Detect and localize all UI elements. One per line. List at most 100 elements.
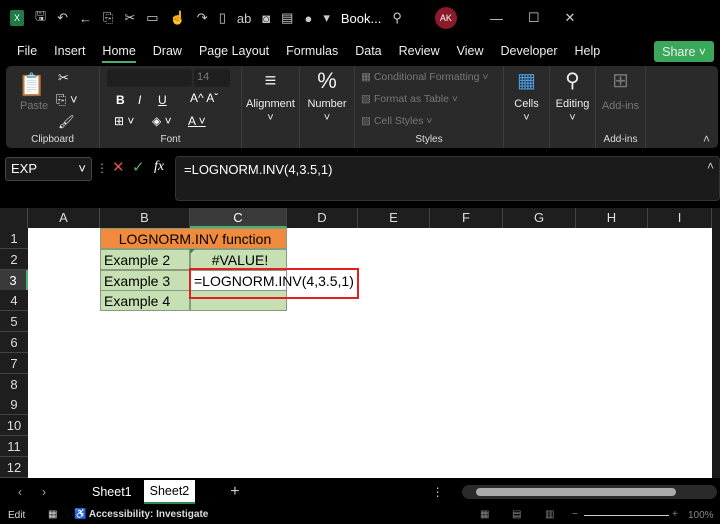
new-icon[interactable]: ▯ xyxy=(219,10,226,26)
format-as-table-button[interactable]: ▧ Format as Table ˅ xyxy=(361,93,458,105)
name-box[interactable]: EXP ˅ xyxy=(5,157,92,181)
zoom-level[interactable]: 100% xyxy=(688,510,714,521)
column-header-G[interactable]: G xyxy=(503,208,576,228)
borders-icon[interactable]: ⊞ ˅ xyxy=(114,114,134,128)
row-header-10[interactable]: 10 xyxy=(0,415,28,437)
italic-button[interactable]: I xyxy=(138,93,141,107)
macro-icon[interactable]: ▦ xyxy=(48,509,57,520)
minimize-icon[interactable]: — xyxy=(490,11,503,26)
tab-review[interactable]: Review xyxy=(399,44,440,58)
row-header-12[interactable]: 12 xyxy=(0,456,28,478)
page-layout-view-icon[interactable]: ▤ xyxy=(512,509,521,520)
touch-icon[interactable]: ☝ xyxy=(170,10,186,26)
collapse-formula-bar-icon[interactable]: ˄ xyxy=(707,159,714,173)
record-icon[interactable]: ● xyxy=(304,11,312,26)
tab-file[interactable]: File xyxy=(17,44,37,58)
column-header-E[interactable]: E xyxy=(358,208,430,228)
tab-formulas[interactable]: Formulas xyxy=(286,44,338,58)
font-size-dropdown[interactable]: 14 xyxy=(194,69,230,87)
share-button[interactable]: Share ˅ xyxy=(654,41,714,62)
column-header-F[interactable]: F xyxy=(430,208,503,228)
cell-B1[interactable]: LOGNORM.INV function xyxy=(100,228,287,249)
row-header-11[interactable]: 11 xyxy=(0,436,28,457)
undo-icon[interactable]: ↶ xyxy=(57,10,68,26)
cells-button[interactable]: ▦ Cells ˅ xyxy=(504,66,550,148)
collapse-ribbon-icon[interactable]: ˄ xyxy=(703,132,710,146)
horizontal-scrollbar[interactable] xyxy=(461,485,717,499)
row-header-8[interactable]: 8 xyxy=(0,373,28,395)
column-header-I[interactable]: I xyxy=(648,208,712,228)
tab-developer[interactable]: Developer xyxy=(501,44,558,58)
spreadsheet-grid[interactable]: A B C D E F G H I 1 2 3 4 5 6 7 8 9 10 11 12 LOGNORM.INV func… xyxy=(0,208,712,478)
prev-sheet-icon[interactable]: ‹ xyxy=(18,485,22,499)
normal-view-icon[interactable]: ▦ xyxy=(480,509,489,520)
addins-button[interactable]: Add-ins xyxy=(596,100,645,112)
zoom-slider[interactable] xyxy=(584,515,669,516)
paste-button[interactable]: Paste xyxy=(20,100,48,112)
row-header-6[interactable]: 6 xyxy=(0,332,28,353)
insert-function-button[interactable]: fx xyxy=(154,159,164,175)
tab-help[interactable]: Help xyxy=(575,44,601,58)
tab-insert[interactable]: Insert xyxy=(54,44,85,58)
chevron-down-icon[interactable]: ˅ xyxy=(78,161,86,176)
row-header-5[interactable]: 5 xyxy=(0,311,28,333)
cell-B4[interactable]: Example 4 xyxy=(100,290,190,312)
font-grow-icon[interactable]: A^ Aˇ xyxy=(190,91,218,105)
cell-B2[interactable]: Example 2 xyxy=(100,248,190,270)
row-header-2[interactable]: 2 xyxy=(0,248,28,270)
more-options-icon[interactable]: ⋮ xyxy=(432,485,444,499)
image-icon[interactable]: ▭ xyxy=(146,10,158,26)
strikethrough-icon[interactable]: ab xyxy=(237,11,251,26)
number-button[interactable]: % Number ˅ xyxy=(300,66,355,148)
sheet-tab-sheet1[interactable]: Sheet1 xyxy=(92,485,132,499)
underline-button[interactable]: U xyxy=(158,93,167,107)
camera-icon[interactable]: ◙ xyxy=(262,11,270,26)
scrollbar-thumb[interactable] xyxy=(475,488,676,496)
column-header-B[interactable]: B xyxy=(100,208,190,228)
tab-page-layout[interactable]: Page Layout xyxy=(199,44,269,58)
close-icon[interactable]: ✕ xyxy=(565,10,576,26)
font-color-icon[interactable]: A ˅ xyxy=(188,114,206,128)
accessibility-button[interactable]: ♿ Accessibility: Investigate xyxy=(74,509,208,520)
maximize-icon[interactable]: ☐ xyxy=(528,10,540,26)
redo-icon[interactable]: ↷ xyxy=(197,10,208,26)
row-header-3[interactable]: 3 xyxy=(0,269,28,291)
column-header-A[interactable]: A xyxy=(28,208,100,228)
tab-draw[interactable]: Draw xyxy=(153,44,182,58)
vertical-scrollbar[interactable] xyxy=(712,208,720,478)
formula-input[interactable]: =LOGNORM.INV(4,3.5,1) xyxy=(175,156,720,201)
row-header-9[interactable]: 9 xyxy=(0,394,28,416)
row-header-4[interactable]: 4 xyxy=(0,290,28,312)
column-header-C[interactable]: C xyxy=(190,208,287,228)
back-icon[interactable]: ← xyxy=(79,11,92,26)
form-icon[interactable]: ▤ xyxy=(281,10,293,26)
column-header-D[interactable]: D xyxy=(287,208,358,228)
cancel-icon[interactable]: ✕ xyxy=(112,158,125,176)
format-painter-icon[interactable]: 🖌 xyxy=(58,114,75,130)
sheet-tab-sheet2[interactable]: Sheet2 xyxy=(143,480,196,504)
error-indicator-icon[interactable] xyxy=(190,248,195,254)
zoom-out-icon[interactable]: − xyxy=(572,509,578,520)
copy-icon[interactable]: ⎘ xyxy=(103,10,113,26)
save-icon[interactable]: 🖫 xyxy=(35,7,46,29)
font-name-dropdown[interactable] xyxy=(107,69,192,87)
bold-button[interactable]: B xyxy=(116,93,125,107)
conditional-formatting-button[interactable]: ▦ Conditional Formatting ˅ xyxy=(361,71,489,83)
alignment-button[interactable]: ≡ Alignment ˅ xyxy=(242,66,300,148)
zoom-in-icon[interactable]: + xyxy=(672,509,678,520)
next-sheet-icon[interactable]: › xyxy=(42,485,46,499)
column-header-H[interactable]: H xyxy=(576,208,648,228)
copy-icon[interactable]: ⎘ ˅ xyxy=(56,92,78,108)
select-all-corner[interactable] xyxy=(0,208,28,228)
tab-data[interactable]: Data xyxy=(355,44,381,58)
avatar[interactable]: AK xyxy=(434,7,457,29)
fill-color-icon[interactable]: ◈ ˅ xyxy=(152,114,172,128)
addins-icon[interactable]: ⊞ xyxy=(596,68,645,93)
row-header-1[interactable]: 1 xyxy=(0,228,28,249)
cell-styles-button[interactable]: ▧ Cell Styles ˅ xyxy=(361,115,433,127)
add-sheet-icon[interactable]: + xyxy=(230,483,239,501)
cut-icon[interactable]: ✂ xyxy=(124,10,135,26)
search-icon[interactable]: ⚲ xyxy=(392,10,402,26)
page-break-view-icon[interactable]: ▥ xyxy=(545,509,554,520)
editing-button[interactable]: ⚲ Editing ˅ xyxy=(550,66,596,148)
